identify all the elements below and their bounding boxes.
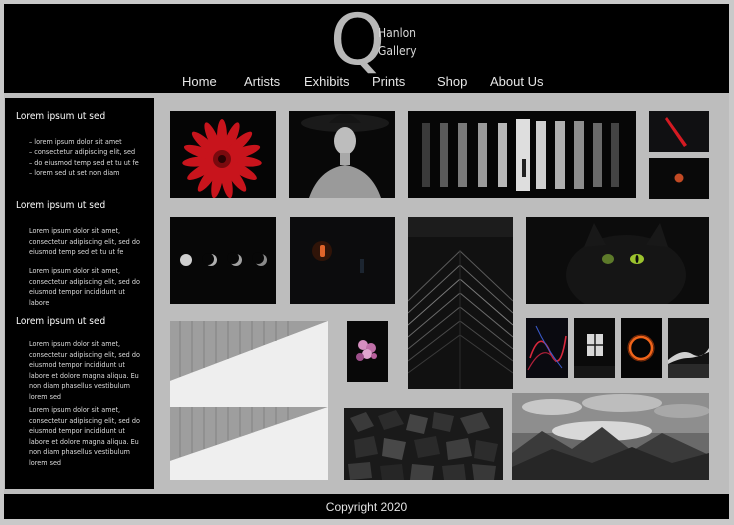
list-item-text: consectetur adipiscing elit, sed bbox=[34, 147, 136, 157]
nav-about-us[interactable]: About Us bbox=[490, 74, 543, 89]
sidebar-heading: Lorem ipsum ut sed bbox=[16, 316, 106, 327]
main-nav: Home Artists Exhibits Prints Shop About … bbox=[4, 74, 729, 92]
photo-coal-rocks[interactable] bbox=[344, 408, 503, 480]
list-item: – consectetur adipiscing elit, sed bbox=[29, 147, 136, 157]
photo-red-light-trails[interactable] bbox=[526, 318, 568, 378]
list-item: – do eiusmod temp sed et tu ut fe bbox=[29, 157, 139, 167]
site-footer: Copyright 2020 bbox=[4, 494, 729, 519]
photo-fire-ring[interactable] bbox=[621, 318, 662, 378]
copyright-text: Copyright 2020 bbox=[325, 500, 408, 514]
photo-light-bars[interactable] bbox=[408, 111, 636, 198]
nav-artists[interactable]: Artists bbox=[244, 74, 280, 89]
photo-white-wave[interactable] bbox=[668, 318, 709, 378]
site-header: Q Hanlon Gallery Home Artists Exhibits P… bbox=[4, 0, 729, 93]
photo-pink-flowers[interactable] bbox=[347, 321, 388, 382]
photo-woman-hat[interactable] bbox=[289, 111, 395, 198]
photo-moon-phases[interactable] bbox=[170, 217, 276, 304]
list-item-text: lorem sed ut set non diam bbox=[34, 168, 120, 178]
photo-skyscraper[interactable] bbox=[408, 217, 513, 389]
photo-candle[interactable] bbox=[290, 217, 395, 304]
list-item-text: lorem ipsum dolor sit amet bbox=[34, 137, 122, 146]
photo-red-streak[interactable] bbox=[649, 111, 709, 152]
photo-red-gerbera[interactable] bbox=[170, 111, 276, 198]
photo-lit-window[interactable] bbox=[574, 318, 615, 378]
logo-name-line1: Hanlon bbox=[378, 26, 417, 40]
sidebar-list: – lorem ipsum dolor sit amet – consectet… bbox=[29, 137, 139, 179]
photo-cloudy-mountains[interactable] bbox=[512, 393, 709, 480]
list-item-text: do eiusmod temp sed et tu ut fe bbox=[34, 157, 139, 167]
photo-black-cat[interactable] bbox=[526, 217, 709, 304]
sidebar-paragraph: Lorem ipsum dolor sit amet, consectetur … bbox=[29, 405, 140, 467]
sidebar: Lorem ipsum ut sed – lorem ipsum dolor s… bbox=[5, 98, 154, 489]
nav-prints[interactable]: Prints bbox=[372, 74, 405, 89]
nav-shop[interactable]: Shop bbox=[437, 74, 467, 89]
photo-white-architecture[interactable] bbox=[170, 321, 328, 480]
list-item: – lorem sed ut set non diam bbox=[29, 168, 120, 178]
sidebar-paragraph: Lorem ipsum dolor sit amet, consectetur … bbox=[29, 266, 140, 307]
list-item: – lorem ipsum dolor sit amet bbox=[29, 137, 122, 146]
sidebar-paragraph: Lorem ipsum dolor sit amet, consectetur … bbox=[29, 339, 140, 401]
sidebar-heading: Lorem ipsum ut sed bbox=[16, 111, 106, 122]
sidebar-heading: Lorem ipsum ut sed bbox=[16, 200, 106, 211]
logo-name-line2: Gallery bbox=[378, 44, 417, 58]
nav-home[interactable]: Home bbox=[182, 74, 217, 89]
logo-letter[interactable]: Q bbox=[330, 0, 385, 80]
sidebar-paragraph: Lorem ipsum dolor sit amet, consectetur … bbox=[29, 226, 140, 257]
photo-red-moon[interactable] bbox=[649, 158, 709, 199]
nav-exhibits[interactable]: Exhibits bbox=[304, 74, 350, 89]
